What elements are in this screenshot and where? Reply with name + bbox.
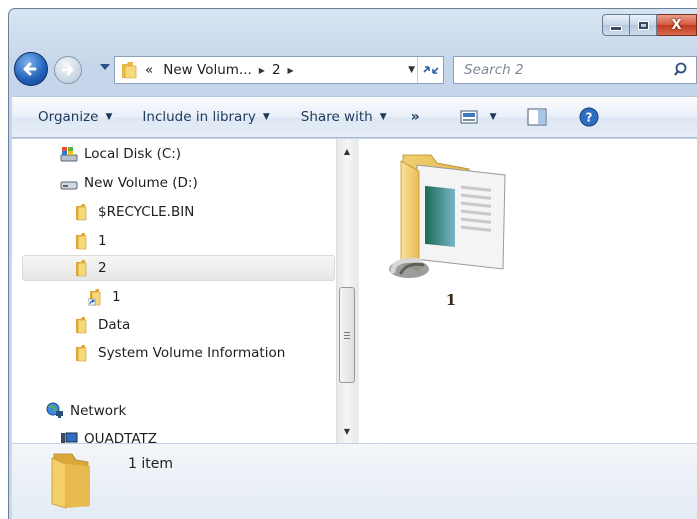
preview-pane-button[interactable] xyxy=(518,102,556,132)
breadcrumb-separator-icon[interactable]: ▶ xyxy=(259,66,265,75)
tree-item-local-disk[interactable]: Local Disk (C:) xyxy=(60,141,181,167)
folder-icon xyxy=(76,317,87,334)
tree-item-label: System Volume Information xyxy=(98,345,286,361)
tree-item-label: $RECYCLE.BIN xyxy=(98,204,195,220)
svg-text:?: ? xyxy=(585,111,592,125)
more-label: » xyxy=(410,109,420,125)
search-icon[interactable] xyxy=(668,62,696,78)
caption-buttons: X xyxy=(602,14,697,36)
tree-item-system-volume-information[interactable]: System Volume Information xyxy=(74,340,285,366)
close-icon: X xyxy=(671,17,682,33)
change-view-icon xyxy=(460,110,478,124)
details-pane: 1 item xyxy=(12,443,697,519)
folder-icon xyxy=(76,233,87,250)
folder-icon xyxy=(122,62,137,79)
help-icon: ? xyxy=(579,107,599,127)
scrollbar-thumb[interactable] xyxy=(339,287,355,383)
folder-icon xyxy=(76,204,87,221)
tree-item-recycle-bin[interactable]: $RECYCLE.BIN xyxy=(74,199,194,225)
organize-label: Organize xyxy=(38,109,99,125)
tree-item-label: 1 xyxy=(98,233,107,249)
maximize-icon xyxy=(637,20,649,30)
drive-icon xyxy=(60,181,78,190)
tree-item-label: 1 xyxy=(112,289,121,305)
navigation-pane: Local Disk (C:) New Volume (D:) $RECYCLE… xyxy=(12,139,357,443)
file-list: 1 xyxy=(359,139,697,443)
minimize-icon xyxy=(610,25,622,31)
forward-arrow-icon xyxy=(61,64,74,76)
chevron-down-icon: ▼ xyxy=(379,112,387,122)
change-view-button[interactable]: ▼ xyxy=(451,102,506,132)
include-in-library-button[interactable]: Include in library ▼ xyxy=(133,102,278,132)
command-bar: Organize ▼ Include in library ▼ Share with… xyxy=(12,96,697,138)
address-overflow-chevron[interactable]: « xyxy=(145,62,153,78)
tree-item-new-volume[interactable]: New Volume (D:) xyxy=(60,170,198,196)
tree-item-network[interactable]: Network xyxy=(46,398,126,424)
forward-button[interactable] xyxy=(54,56,82,84)
item-count: 1 item xyxy=(128,456,173,472)
grip-icon xyxy=(344,331,350,339)
computer-icon xyxy=(61,432,78,443)
folder-icon xyxy=(51,453,90,509)
tree-item-folder-1[interactable]: 1 xyxy=(74,228,107,254)
organize-menu-button[interactable]: Organize ▼ xyxy=(29,102,121,132)
file-item[interactable]: 1 xyxy=(379,147,523,309)
tree-item-label: Data xyxy=(98,317,131,333)
tree-item-label: Local Disk (C:) xyxy=(84,146,182,162)
recent-pages-dropdown[interactable] xyxy=(100,63,112,77)
shortcut-folder-icon xyxy=(88,289,101,306)
chevron-down-icon: ▼ xyxy=(105,112,113,122)
folder-icon xyxy=(76,345,87,362)
share-with-button[interactable]: Share with ▼ xyxy=(292,102,396,132)
breadcrumb-new-volume[interactable]: New Volum... xyxy=(163,62,252,78)
back-arrow-icon xyxy=(23,62,37,76)
maximize-button[interactable] xyxy=(630,14,657,36)
search-input[interactable] xyxy=(464,62,668,78)
scroll-up-arrow-icon[interactable]: ▲ xyxy=(337,143,357,159)
more-commands-button[interactable]: » xyxy=(402,102,429,132)
address-history-dropdown[interactable]: ▼ xyxy=(408,65,415,75)
tree-item-quadtatz[interactable]: QUADTATZ xyxy=(60,426,157,443)
search-box[interactable] xyxy=(453,56,697,84)
include-in-library-label: Include in library xyxy=(142,109,256,125)
network-icon xyxy=(46,402,63,418)
drive-windows-icon xyxy=(60,147,78,162)
tree-item-folder-2[interactable]: 2 xyxy=(22,255,335,281)
tree-item-label: QUADTATZ xyxy=(84,431,158,443)
tree-item-shortcut-1[interactable]: 1 xyxy=(88,284,121,310)
chevron-down-icon: ▼ xyxy=(489,112,497,122)
tree-item-label: 2 xyxy=(98,260,107,276)
tree-item-data[interactable]: Data xyxy=(74,312,130,338)
tree-item-label: New Volume (D:) xyxy=(84,175,198,191)
refresh-button[interactable] xyxy=(417,57,443,83)
breadcrumb-separator-icon[interactable]: ▶ xyxy=(288,66,294,75)
scroll-down-arrow-icon[interactable]: ▼ xyxy=(337,423,357,439)
minimize-button[interactable] xyxy=(602,14,630,36)
address-bar[interactable]: « New Volum... ▶ 2 ▶ ▼ xyxy=(114,56,444,84)
breadcrumb-2[interactable]: 2 xyxy=(272,62,281,78)
folder-icon xyxy=(76,260,87,277)
preview-pane-icon xyxy=(527,108,547,126)
close-button[interactable]: X xyxy=(657,14,697,36)
refresh-arrows-icon xyxy=(422,66,439,74)
help-button[interactable]: ? xyxy=(570,102,608,132)
chevron-down-icon xyxy=(100,64,110,70)
file-item-label: 1 xyxy=(445,291,457,309)
tree-item-label: Network xyxy=(70,403,127,419)
shortcut-folder-icon xyxy=(389,154,506,278)
back-button[interactable] xyxy=(14,52,48,86)
share-with-label: Share with xyxy=(300,109,373,125)
nav-pane-scrollbar[interactable]: ▲ ▼ xyxy=(336,139,357,443)
chevron-down-icon: ▼ xyxy=(262,112,270,122)
